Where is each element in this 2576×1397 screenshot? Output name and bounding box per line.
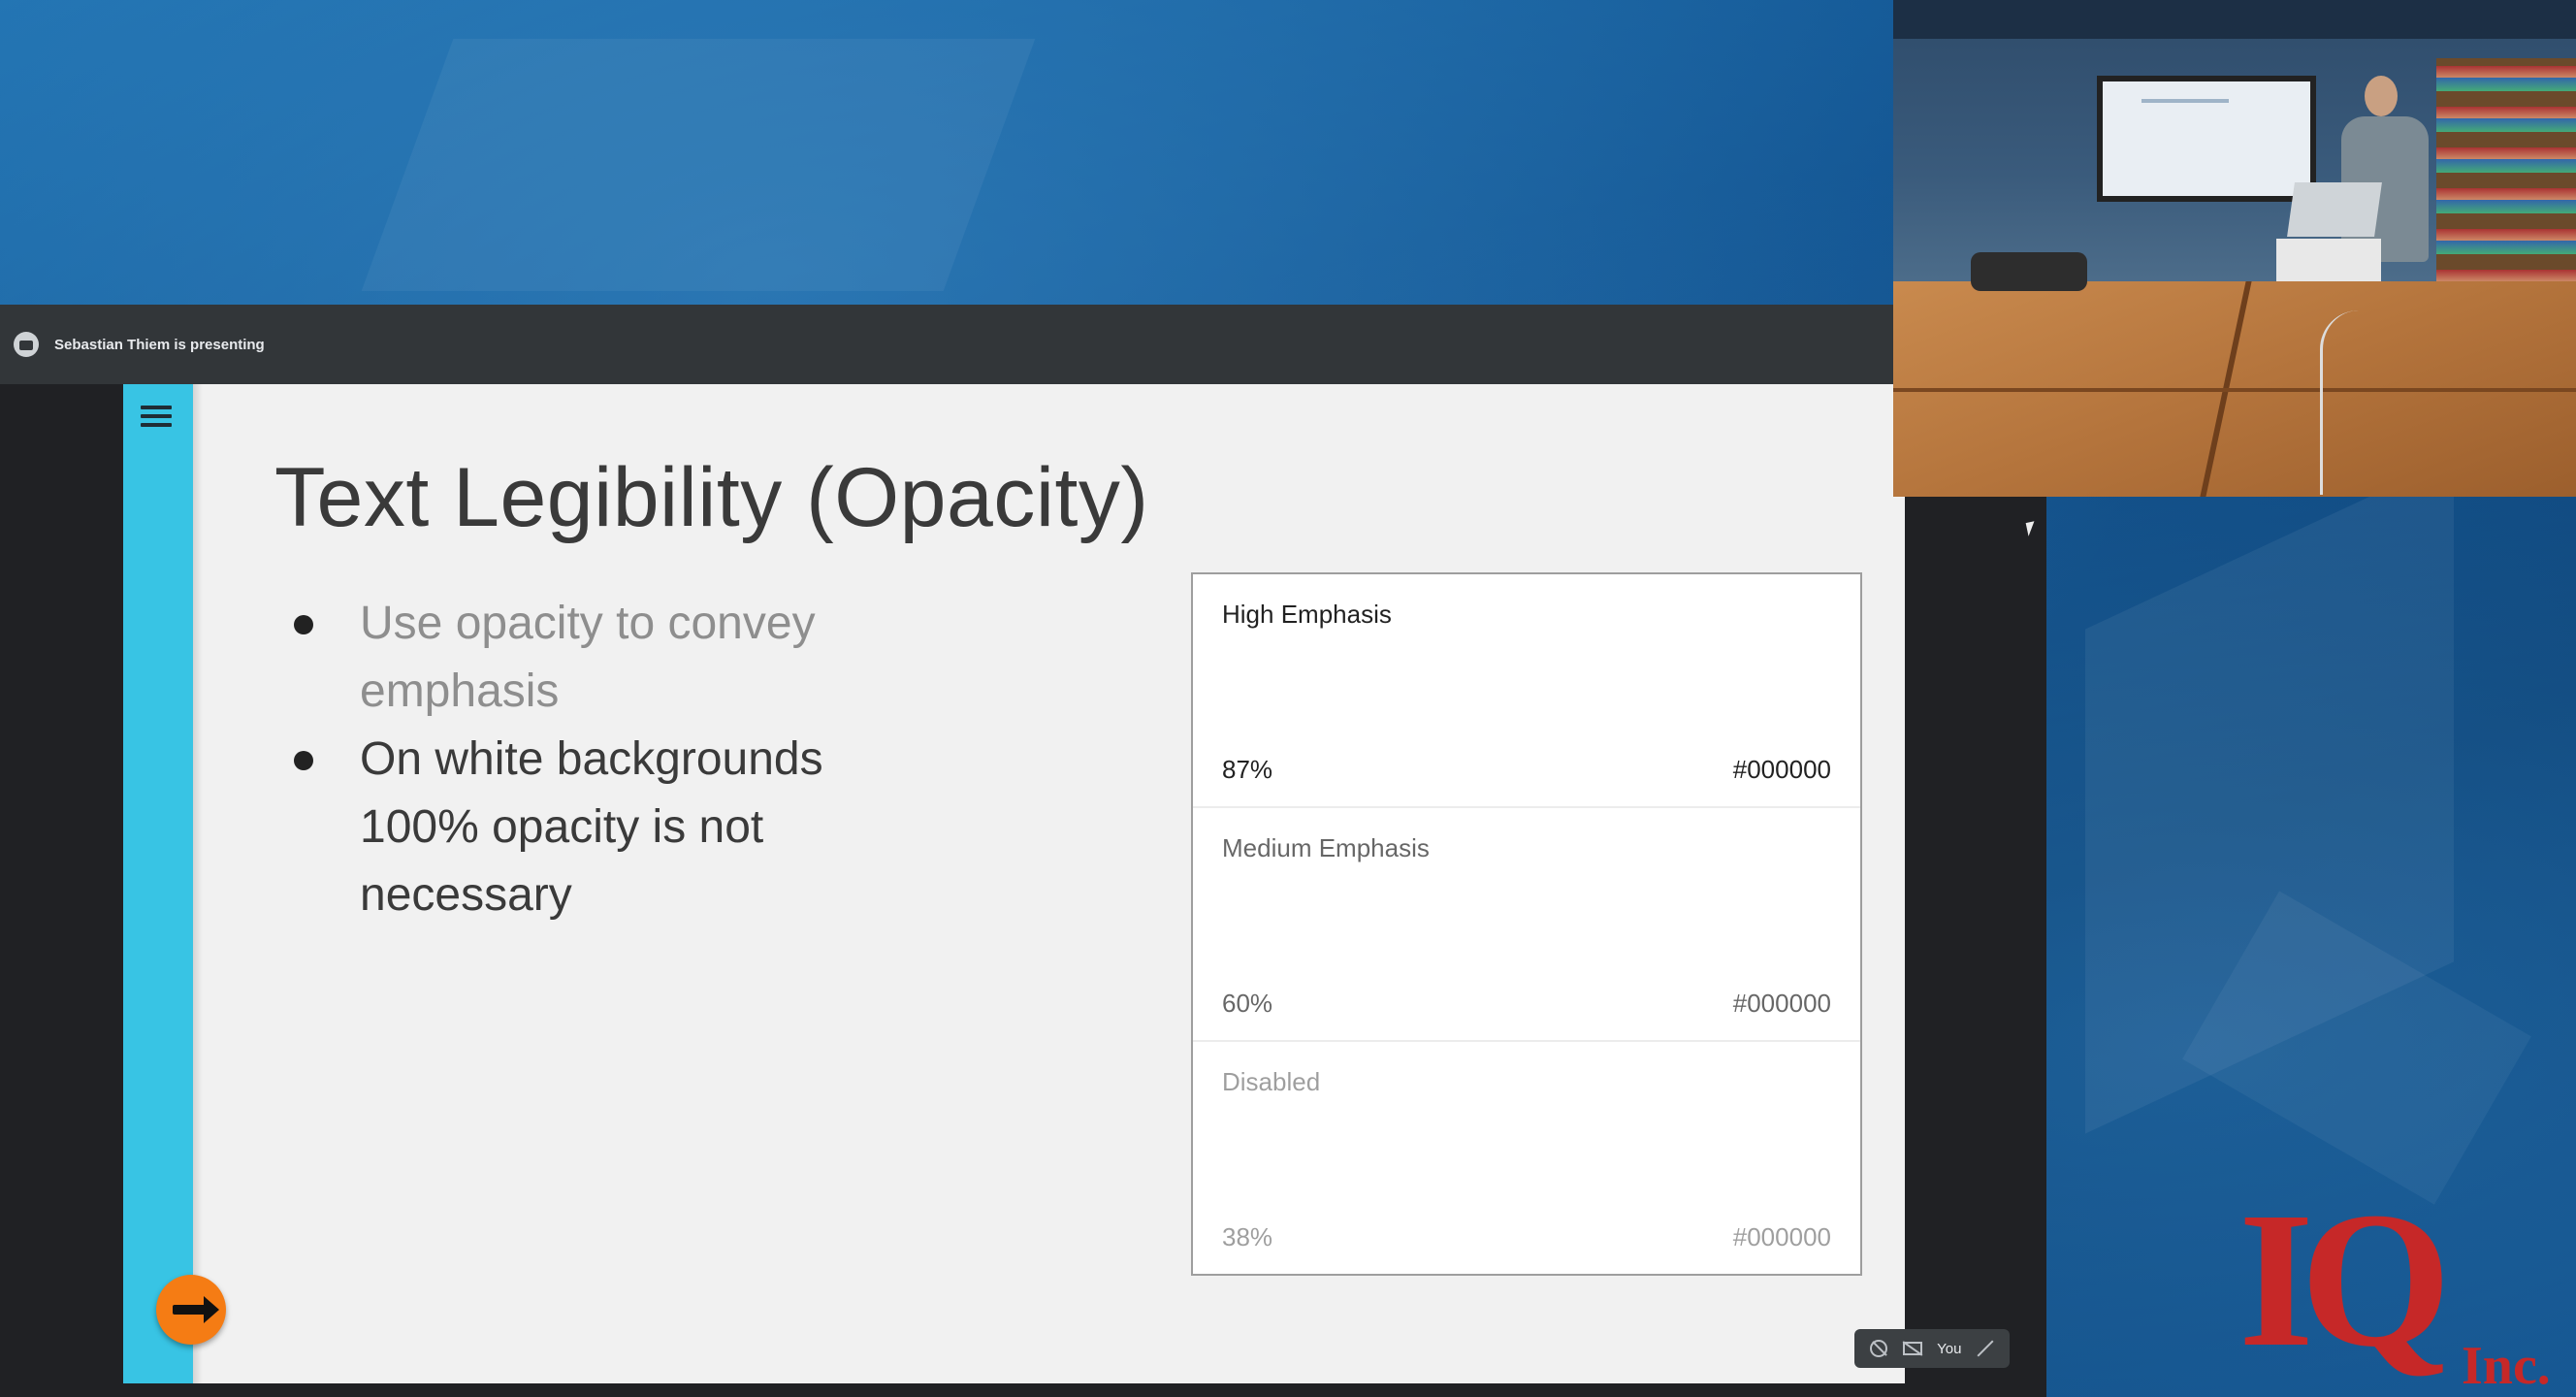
bullet-item: On white backgrounds 100% opacity is not… <box>294 726 895 929</box>
emphasis-color: #000000 <box>1732 755 1831 784</box>
logo-suffix: Inc. <box>2462 1336 2551 1396</box>
video-chair <box>1971 252 2087 291</box>
emphasis-color: #000000 <box>1732 1222 1831 1251</box>
emphasis-label: High Emphasis <box>1222 600 1392 629</box>
bullet-text: Use opacity to convey emphasis <box>360 598 816 717</box>
logo-mark: IQ <box>2238 1173 2451 1387</box>
arrow-right-icon <box>173 1296 219 1323</box>
hamburger-icon[interactable] <box>141 406 172 427</box>
bullet-dot <box>294 751 313 770</box>
company-logo: IQ Inc. <box>2238 1184 2576 1397</box>
video-laptop <box>2287 182 2382 237</box>
bullet-dot <box>294 615 313 634</box>
camera-off-icon[interactable] <box>1902 1342 1922 1355</box>
emphasis-row-high: High Emphasis 87% #000000 <box>1193 574 1860 808</box>
self-view-controls: You <box>1854 1329 2010 1368</box>
slide-accent-shadow <box>193 384 203 1383</box>
slide-bullet-list: Use opacity to convey emphasis On white … <box>294 590 895 929</box>
video-tv-screen <box>2097 76 2316 202</box>
video-conference-table <box>1893 281 2576 497</box>
background-highlight <box>361 39 1036 291</box>
emphasis-label: Medium Emphasis <box>1222 833 1430 862</box>
emphasis-opacity: 38% <box>1222 1222 1273 1251</box>
self-view-label: You <box>1937 1340 1962 1357</box>
bullet-text: On white backgrounds 100% opacity is not… <box>360 733 823 921</box>
mic-off-icon[interactable] <box>1869 1340 1887 1357</box>
presentation-slide: Text Legibility (Opacity) Use opacity to… <box>123 384 1905 1383</box>
next-slide-button[interactable] <box>156 1275 226 1345</box>
expand-icon[interactable] <box>1977 1340 1994 1357</box>
emphasis-opacity: 60% <box>1222 989 1273 1018</box>
video-bookshelf <box>2436 58 2576 310</box>
emphasis-card: High Emphasis 87% #000000 Medium Emphasi… <box>1191 572 1862 1276</box>
presenter-banner: Sebastian Thiem is presenting <box>0 305 1893 384</box>
bullet-item: Use opacity to convey emphasis <box>294 590 895 726</box>
emphasis-row-medium: Medium Emphasis 60% #000000 <box>1193 808 1860 1042</box>
participant-video-feed[interactable] <box>1893 0 2576 497</box>
slide-title: Text Legibility (Opacity) <box>274 451 1149 544</box>
emphasis-label: Disabled <box>1222 1067 1321 1096</box>
slide-accent-bar <box>123 384 193 1383</box>
emphasis-opacity: 87% <box>1222 755 1273 784</box>
emphasis-row-disabled: Disabled 38% #000000 <box>1193 1042 1860 1276</box>
presenter-banner-text: Sebastian Thiem is presenting <box>54 336 265 353</box>
video-ceiling <box>1893 0 2576 39</box>
video-presenter-head <box>2365 76 2398 116</box>
video-cable <box>2320 310 2400 495</box>
emphasis-color: #000000 <box>1732 989 1831 1018</box>
presenter-icon <box>14 332 39 357</box>
